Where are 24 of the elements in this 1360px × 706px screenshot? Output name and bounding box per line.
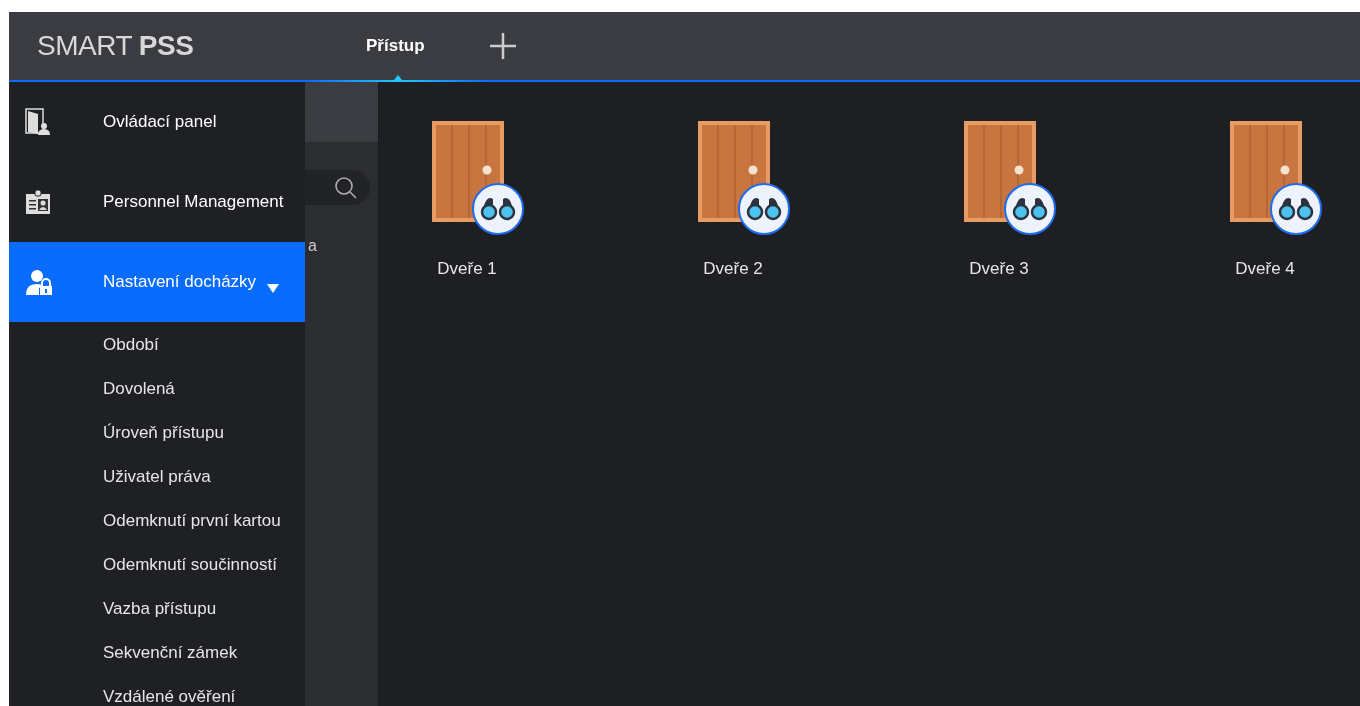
door-label: Dveře 3 [969, 259, 1029, 279]
door-label: Dveře 1 [437, 259, 497, 279]
door-label: Dveře 2 [703, 259, 763, 279]
submenu-item[interactable]: Odemknutí součinností [9, 543, 305, 587]
submenu-item[interactable]: Sekvenční zámek [9, 631, 305, 675]
submenu-item[interactable]: Odemknutí první kartou [9, 499, 305, 543]
submenu-item[interactable]: Vzdálené ověření [9, 675, 305, 706]
submenu-item[interactable]: Uživatel práva [9, 455, 305, 499]
app-logo: SMART PSS [37, 30, 195, 62]
submenu-item[interactable]: Úroveň přístupu [9, 411, 305, 455]
tab[interactable]: Přístup [366, 12, 425, 80]
submenu-item[interactable]: Vazba přístupu [9, 587, 305, 631]
menu-item[interactable]: Personnel Management [9, 162, 305, 242]
door-label: Dveře 4 [1235, 259, 1295, 279]
id-badge-icon [25, 189, 51, 215]
panel-text: a [308, 237, 317, 255]
door-person-icon [25, 108, 51, 136]
person-lock-icon [25, 268, 53, 296]
menu-item[interactable]: Nastavení docházky [9, 242, 305, 322]
submenu-item[interactable]: Dovolená [9, 367, 305, 411]
search-icon[interactable] [334, 175, 358, 200]
add-tab-icon[interactable] [488, 32, 517, 60]
menu-item[interactable]: Ovládací panel [9, 82, 305, 162]
submenu-item[interactable]: Období [9, 323, 305, 367]
